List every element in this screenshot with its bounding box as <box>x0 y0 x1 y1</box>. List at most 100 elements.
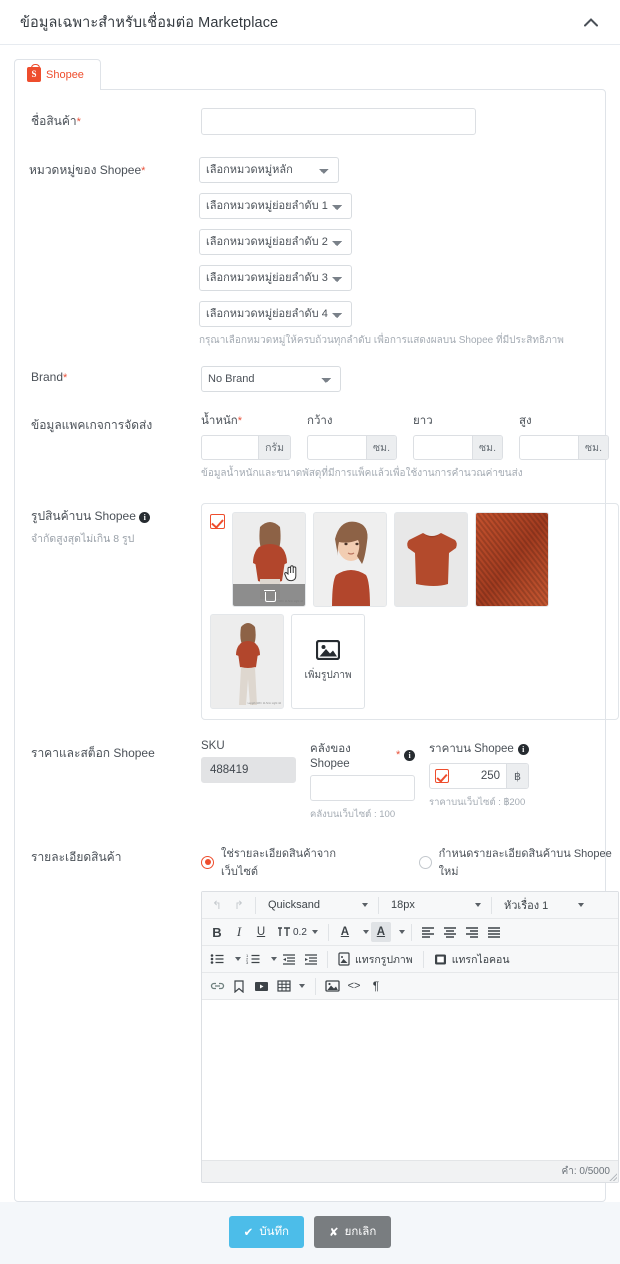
font-family-select[interactable]: Quicksand <box>262 895 372 915</box>
editor-content-area[interactable] <box>202 1000 618 1160</box>
chevron-down-icon[interactable] <box>235 957 241 961</box>
numbered-list-icon[interactable]: 123 <box>243 949 263 969</box>
tab-shopee[interactable]: Shopee <box>14 59 101 90</box>
save-button[interactable]: ✔ บันทึก <box>228 1216 305 1248</box>
length-input[interactable] <box>414 436 473 459</box>
package-field-length: ยาว ซม. <box>413 412 503 460</box>
align-left-icon[interactable] <box>418 922 438 942</box>
tab-area: Shopee <box>0 45 620 90</box>
bookmark-icon[interactable] <box>229 976 249 996</box>
radio-indicator-on <box>201 855 214 869</box>
images-label: รูปสินค้าบน Shopee i จำกัดสูงสุดไม่เกิน … <box>31 503 201 720</box>
bullet-list-icon[interactable] <box>207 949 227 969</box>
width-input[interactable] <box>308 436 367 459</box>
category-main-select[interactable]: เลือกหมวดหมู่หลัก <box>199 157 339 183</box>
text-color-icon[interactable]: A <box>335 922 355 942</box>
select-all-images-checkbox[interactable] <box>210 514 225 529</box>
stock-note: คลังบนเว็บไซต์ : 100 <box>310 809 396 820</box>
product-image-thumb[interactable] <box>475 512 549 607</box>
row-package: ข้อมูลแพคเกจการจัดส่ง น้ำหนัก* กรัม กว้า… <box>29 392 609 481</box>
brand-select[interactable]: No Brand <box>201 366 341 392</box>
category-sub1-select[interactable]: เลือกหมวดหมู่ย่อยลำดับ 1 <box>199 193 352 219</box>
product-name-label: ชื่อสินค้า* <box>31 114 81 128</box>
chevron-down-icon[interactable] <box>398 930 405 934</box>
outdent-icon[interactable] <box>279 949 299 969</box>
resize-grip[interactable] <box>609 1173 617 1181</box>
editor-toolbar-row-3: 123 แทรกรูปภาพ แทรกไอคอน <box>202 946 618 973</box>
indent-icon[interactable] <box>301 949 321 969</box>
insert-icon-icon <box>434 954 446 964</box>
category-sub4-select[interactable]: เลือกหมวดหมู่ย่อยลำดับ 4 <box>199 301 352 327</box>
underline-button[interactable]: U <box>251 922 271 942</box>
code-icon[interactable]: <> <box>344 976 364 996</box>
cancel-button[interactable]: ✘ ยกเลิก <box>314 1216 392 1248</box>
pilcrow-icon[interactable]: ¶ <box>366 976 386 996</box>
align-justify-icon[interactable] <box>484 922 504 942</box>
category-label: หมวดหมู่ของ Shopee* <box>29 163 146 177</box>
product-image-thumb[interactable] <box>394 512 468 607</box>
price-stock-fields: SKU 488419 คลังของ Shopee * i คลังบนเว็บไ… <box>201 740 591 822</box>
thumb-tag: Length 108 / 11.5cm Light 44 <box>247 702 281 706</box>
heading-select[interactable]: หัวเรื่อง 1 <box>498 895 588 915</box>
chevron-down-icon <box>362 903 368 907</box>
undo-icon[interactable]: ↰ <box>207 895 227 915</box>
toolbar-separator <box>327 923 329 941</box>
insert-icon-button[interactable]: แทรกไอคอน <box>430 949 514 969</box>
form-footer: ✔ บันทึก ✘ ยกเลิก <box>0 1202 620 1264</box>
category-hint: กรุณาเลือกหมวดหมู่ให้ครบถ้วนทุกลำดับ เพื… <box>199 335 564 346</box>
product-image-thumb[interactable] <box>313 512 387 607</box>
trash-icon[interactable] <box>263 589 276 602</box>
sku-field: SKU 488419 <box>201 740 296 822</box>
product-image-thumb[interactable]: Length 108 / 11.5cm Light 44 <box>232 512 306 607</box>
chevron-down-icon[interactable] <box>362 930 369 934</box>
category-sub3-select[interactable]: เลือกหมวดหมู่ย่อยลำดับ 3 <box>199 265 352 291</box>
letter-spacing-button[interactable]: 0.2 <box>273 922 322 942</box>
redo-icon[interactable]: ↱ <box>229 895 249 915</box>
add-image-label: เพิ่มรูปภาพ <box>304 670 352 681</box>
product-name-input[interactable] <box>201 108 476 135</box>
weight-input[interactable] <box>202 436 259 459</box>
table-button[interactable] <box>273 976 309 996</box>
height-input[interactable] <box>520 436 579 459</box>
panel-header: ข้อมูลเฉพาะสำหรับเชื่อมต่อ Marketplace <box>0 0 620 45</box>
font-size-select[interactable]: 18px <box>385 895 485 915</box>
package-label: ข้อมูลแพคเกจการจัดส่ง <box>31 418 153 432</box>
info-icon: i <box>517 743 529 755</box>
radio-use-site-description[interactable]: ใช่รายละเอียดสินค้าจากเว็บไซต์ <box>201 844 361 880</box>
image-add-icon <box>316 640 340 660</box>
insert-image-button[interactable]: แทรกรูปภาพ <box>334 949 417 969</box>
table-icon <box>277 980 291 992</box>
align-center-icon[interactable] <box>440 922 460 942</box>
media-icon[interactable] <box>322 976 342 996</box>
chevron-down-icon[interactable] <box>271 957 277 961</box>
highlight-color-icon[interactable]: A <box>370 922 391 942</box>
align-right-icon[interactable] <box>462 922 482 942</box>
price-input[interactable] <box>453 764 506 788</box>
check-icon: ✔ <box>243 1227 254 1239</box>
video-icon[interactable] <box>251 976 271 996</box>
price-stock-label: ราคาและสต็อก Shopee <box>31 746 155 760</box>
add-image-button[interactable]: เพิ่มรูปภาพ <box>291 614 365 709</box>
package-hint: ข้อมูลน้ำหนักและขนาดพัสดุที่มีการแพ็คแล้… <box>201 468 523 479</box>
description-source-radios: ใช่รายละเอียดสินค้าจากเว็บไซต์ กำหนดรายล… <box>201 844 619 880</box>
package-field-height: สูง ซม. <box>519 412 609 460</box>
product-image-thumb[interactable]: Length 108 / 11.5cm Light 44 <box>210 614 284 709</box>
bold-button[interactable]: B <box>207 922 227 942</box>
price-currency: ฿ <box>506 764 528 788</box>
tab-list: Shopee <box>14 58 606 90</box>
editor-toolbar-row-1: ↰ ↱ Quicksand 18px หัวเรื่อง 1 <box>202 892 618 919</box>
tab-shopee-label: Shopee <box>46 68 84 81</box>
stock-input[interactable] <box>310 775 415 801</box>
link-icon[interactable] <box>207 976 227 996</box>
price-override-checkbox[interactable] <box>435 769 449 783</box>
info-icon: i <box>404 749 415 761</box>
radio-indicator-off <box>418 855 432 869</box>
category-sub2-select[interactable]: เลือกหมวดหมู่ย่อยลำดับ 2 <box>199 229 352 255</box>
sku-value: 488419 <box>201 757 296 783</box>
radio-custom-shopee-description[interactable]: กำหนดรายละเอียดสินค้าบน Shopee ใหม่ <box>418 844 619 880</box>
chevron-down-icon <box>578 903 584 907</box>
chevron-up-icon[interactable] <box>580 11 602 33</box>
price-field: ราคาบน Shopee i ฿ ราคาบนเว็บไซต์ : ฿200 <box>429 740 534 822</box>
italic-button[interactable]: I <box>229 922 249 942</box>
package-field-width: กว้าง ซม. <box>307 412 397 460</box>
